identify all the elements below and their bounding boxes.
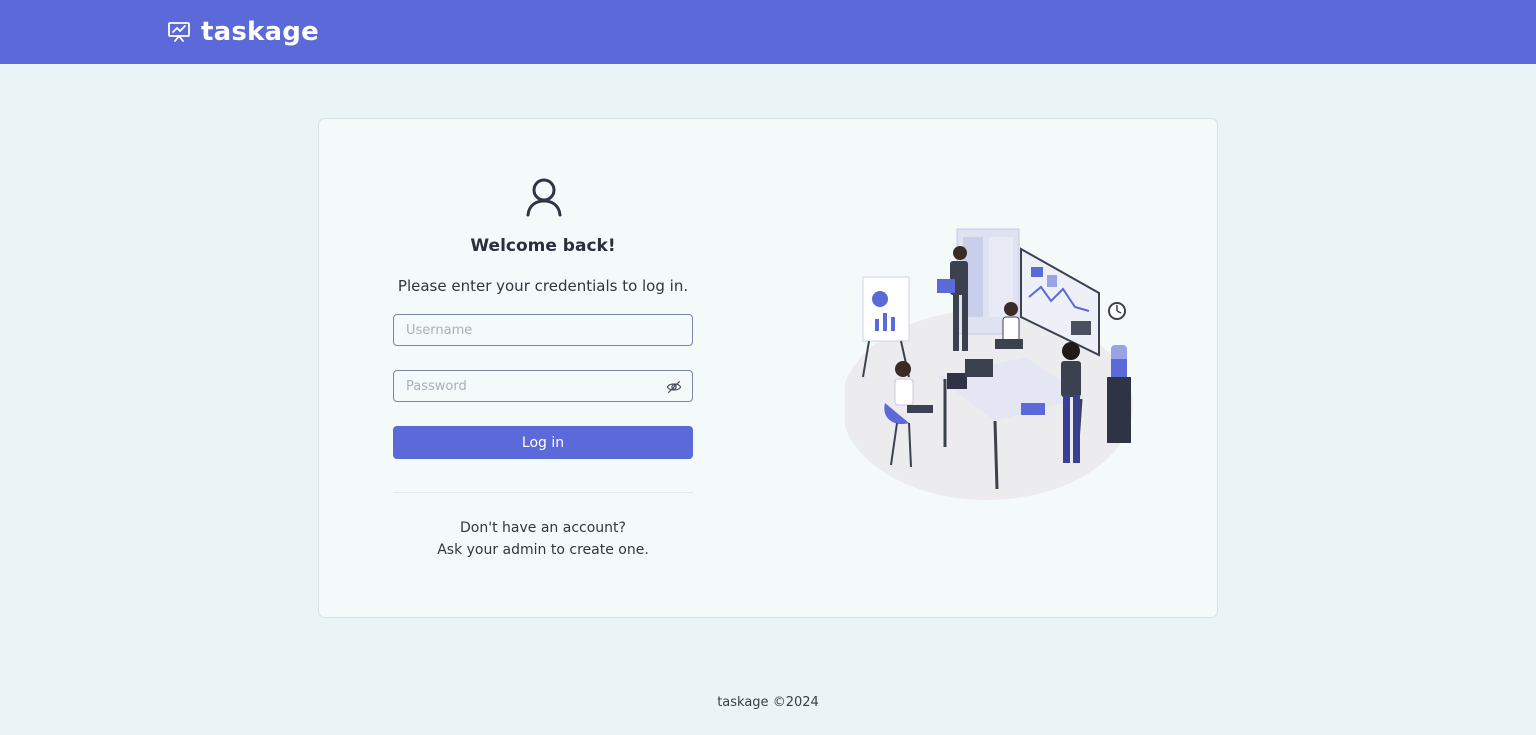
no-account-note: Don't have an account? Ask your admin to… [373, 517, 713, 561]
top-navbar: taskage [0, 0, 1536, 64]
username-input[interactable] [394, 315, 692, 345]
login-card: Welcome back! Please enter your credenti… [318, 118, 1218, 618]
username-field-wrapper [393, 314, 693, 346]
welcome-title: Welcome back! [470, 236, 616, 256]
ask-admin-line: Ask your admin to create one. [437, 542, 649, 558]
login-subtitle: Please enter your credentials to log in. [397, 277, 689, 295]
footer-copyright: taskage ©2024 [717, 695, 819, 710]
password-input[interactable] [394, 371, 692, 401]
team-meeting-illustration [845, 228, 1133, 500]
password-field-wrapper [393, 370, 693, 402]
eye-off-icon[interactable] [666, 379, 682, 395]
brand-name: taskage [201, 17, 319, 47]
presentation-chart-icon [168, 22, 190, 42]
brand-logo[interactable]: taskage [167, 14, 319, 50]
no-account-line: Don't have an account? [460, 520, 626, 536]
user-icon [526, 178, 562, 217]
divider [393, 492, 693, 493]
login-button[interactable]: Log in [393, 426, 693, 459]
